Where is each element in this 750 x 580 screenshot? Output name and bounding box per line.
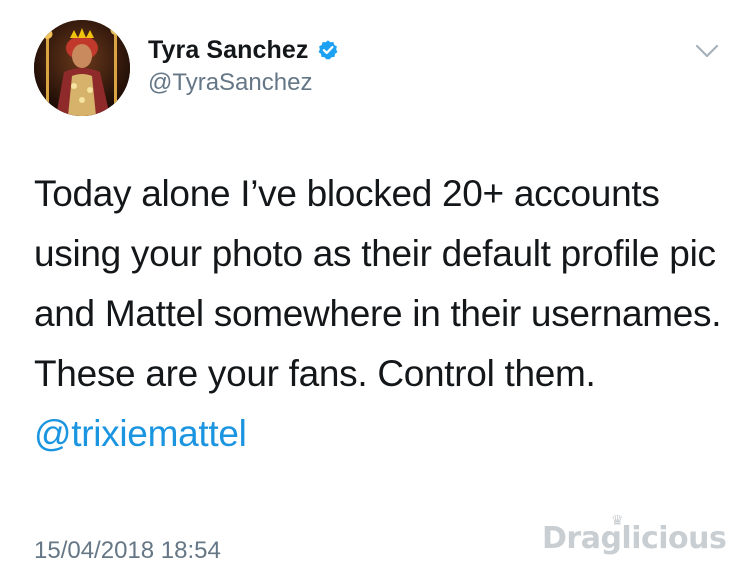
- display-name[interactable]: Tyra Sanchez: [148, 36, 309, 65]
- tweet-text: Today alone I’ve blocked 20+ accounts us…: [34, 164, 724, 464]
- author-block: Tyra Sanchez @TyraSanchez: [148, 34, 339, 97]
- name-row: Tyra Sanchez: [148, 34, 339, 66]
- tweet-card: Tyra Sanchez @TyraSanchez Today alone I’…: [0, 0, 750, 580]
- watermark-logo: ♛ Draglicious: [542, 513, 727, 567]
- tweet-timestamp[interactable]: 15/04/2018 18:54: [34, 537, 221, 565]
- avatar[interactable]: [34, 20, 130, 116]
- tweet-body: Today alone I’ve blocked 20+ accounts us…: [34, 173, 722, 394]
- watermark-text: Draglicious: [542, 521, 727, 556]
- verified-badge-icon: [317, 39, 339, 61]
- user-handle[interactable]: @TyraSanchez: [148, 69, 339, 97]
- chevron-down-icon[interactable]: [692, 40, 722, 62]
- mention-link[interactable]: @trixiemattel: [34, 413, 247, 454]
- avatar-image: [34, 20, 130, 116]
